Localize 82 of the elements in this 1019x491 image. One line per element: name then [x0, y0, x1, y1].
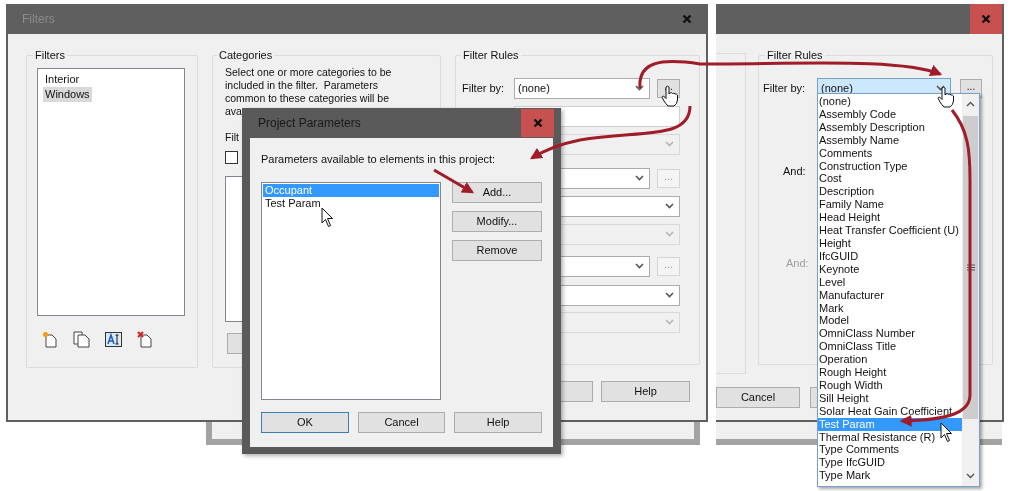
- dropdown-option[interactable]: Construction Type: [818, 159, 962, 173]
- dropdown-option[interactable]: Type Mark: [818, 469, 962, 483]
- close-button[interactable]: [521, 109, 554, 137]
- description-line: ava: [225, 104, 242, 118]
- group-label: Filter Rules: [766, 48, 824, 63]
- scroll-up-icon[interactable]: [966, 101, 975, 107]
- filter-list-item[interactable]: Windows: [43, 86, 92, 102]
- dialog-button[interactable]: OK: [261, 411, 349, 433]
- chevron-down-icon: [665, 231, 674, 237]
- chevron-down-icon: [635, 175, 644, 181]
- dialog-button[interactable]: Cancel: [716, 387, 800, 408]
- window-title: Project Parameters: [257, 115, 362, 132]
- dropdown-option[interactable]: Type Comments: [818, 443, 962, 457]
- filter-label: Filt: [225, 129, 239, 145]
- dropdown-option[interactable]: Manufacturer: [818, 288, 962, 302]
- grip-icon: [966, 264, 975, 271]
- and-label: And:: [786, 256, 809, 271]
- dropdown-option[interactable]: Description: [818, 185, 962, 199]
- close-icon: [981, 14, 991, 24]
- dropdown-option[interactable]: Level: [818, 275, 962, 289]
- group-label: Filters: [34, 48, 66, 63]
- description-line: Select one or more categories to be: [225, 65, 392, 79]
- dropdown-option[interactable]: OmniClass Number: [818, 327, 962, 341]
- dialog-button[interactable]: Remove: [452, 239, 542, 261]
- group-label: Categories: [218, 48, 274, 63]
- dialog-button[interactable]: Modify...: [452, 210, 542, 232]
- dropdown-option[interactable]: Cost: [818, 172, 962, 186]
- dropdown-option[interactable]: Assembly Description: [818, 120, 962, 134]
- dropdown-option[interactable]: Thermal Resistance (R): [818, 430, 962, 444]
- close-icon: [682, 14, 692, 24]
- chevron-down-icon: [665, 319, 674, 325]
- dialog-button[interactable]: Add...: [452, 181, 542, 203]
- filter-by-label: Filter by:: [763, 80, 807, 96]
- new-document-icon[interactable]: [42, 330, 58, 348]
- group-label: Filter Rules: [462, 48, 520, 63]
- filter-list-item[interactable]: Interior: [43, 71, 82, 87]
- dropdown-option[interactable]: Keynote: [818, 262, 962, 276]
- dropdown-option[interactable]: Rough Height: [818, 366, 962, 379]
- scrollbar[interactable]: [962, 94, 979, 486]
- chevron-down-icon: [665, 203, 674, 209]
- dropdown-option[interactable]: IfcGUID: [818, 249, 962, 263]
- dropdown-option[interactable]: Heat Transfer Coefficient (U): [818, 224, 962, 237]
- dropdown-option[interactable]: Height: [818, 236, 962, 250]
- dialog-button[interactable]: Cancel: [357, 411, 446, 433]
- close-button[interactable]: [970, 4, 1002, 34]
- dialog-button[interactable]: Help: [601, 381, 690, 402]
- checkbox[interactable]: [225, 151, 238, 165]
- dropdown-option[interactable]: OmniClass Title: [818, 340, 962, 354]
- close-icon: [532, 118, 543, 128]
- prompt-text: Parameters available to elements in this project:: [261, 152, 497, 167]
- dropdown-option[interactable]: Model: [818, 314, 962, 328]
- parameter-list-item[interactable]: Test Param: [263, 196, 439, 210]
- dropdown-option[interactable]: Operation: [818, 353, 962, 367]
- chevron-down-icon: [665, 292, 674, 298]
- dropdown-option[interactable]: Assembly Name: [818, 133, 962, 147]
- dropdown-option[interactable]: Comments: [818, 146, 962, 160]
- chevron-down-icon: [936, 85, 945, 91]
- rename-icon[interactable]: [105, 331, 122, 347]
- duplicate-icon[interactable]: [73, 330, 90, 348]
- dropdown-option[interactable]: Solar Heat Gain Coefficient: [818, 404, 962, 418]
- chevron-down-icon: [635, 85, 644, 91]
- description-line: common to these categories will be: [225, 91, 389, 105]
- description-line: included in the filter. Parameters: [225, 78, 378, 92]
- filter-by-label: Filter by:: [462, 80, 506, 96]
- pointer-cursor-icon: [940, 422, 953, 443]
- dropdown-option[interactable]: Mark: [818, 301, 962, 315]
- dialog-button[interactable]: Help: [454, 411, 542, 433]
- pointer-cursor-icon: [321, 207, 334, 228]
- dropdown-field[interactable]: (none): [514, 77, 650, 99]
- dropdown-option[interactable]: Head Height: [818, 211, 962, 225]
- scroll-down-icon[interactable]: [966, 473, 975, 479]
- chevron-down-icon: [635, 263, 644, 269]
- dropdown-option[interactable]: Rough Width: [818, 378, 962, 392]
- and-label: And:: [783, 163, 806, 179]
- dropdown-option[interactable]: Type IfcGUID: [818, 456, 962, 470]
- annotation-arrow: [433, 168, 475, 194]
- dropdown-option[interactable]: Family Name: [818, 198, 962, 212]
- dropdown-option[interactable]: Assembly Code: [818, 107, 962, 121]
- delete-icon[interactable]: [137, 330, 153, 348]
- hand-cursor-icon: [661, 85, 679, 107]
- chevron-down-icon: [665, 141, 674, 147]
- dropdown-option[interactable]: Sill Height: [818, 391, 962, 405]
